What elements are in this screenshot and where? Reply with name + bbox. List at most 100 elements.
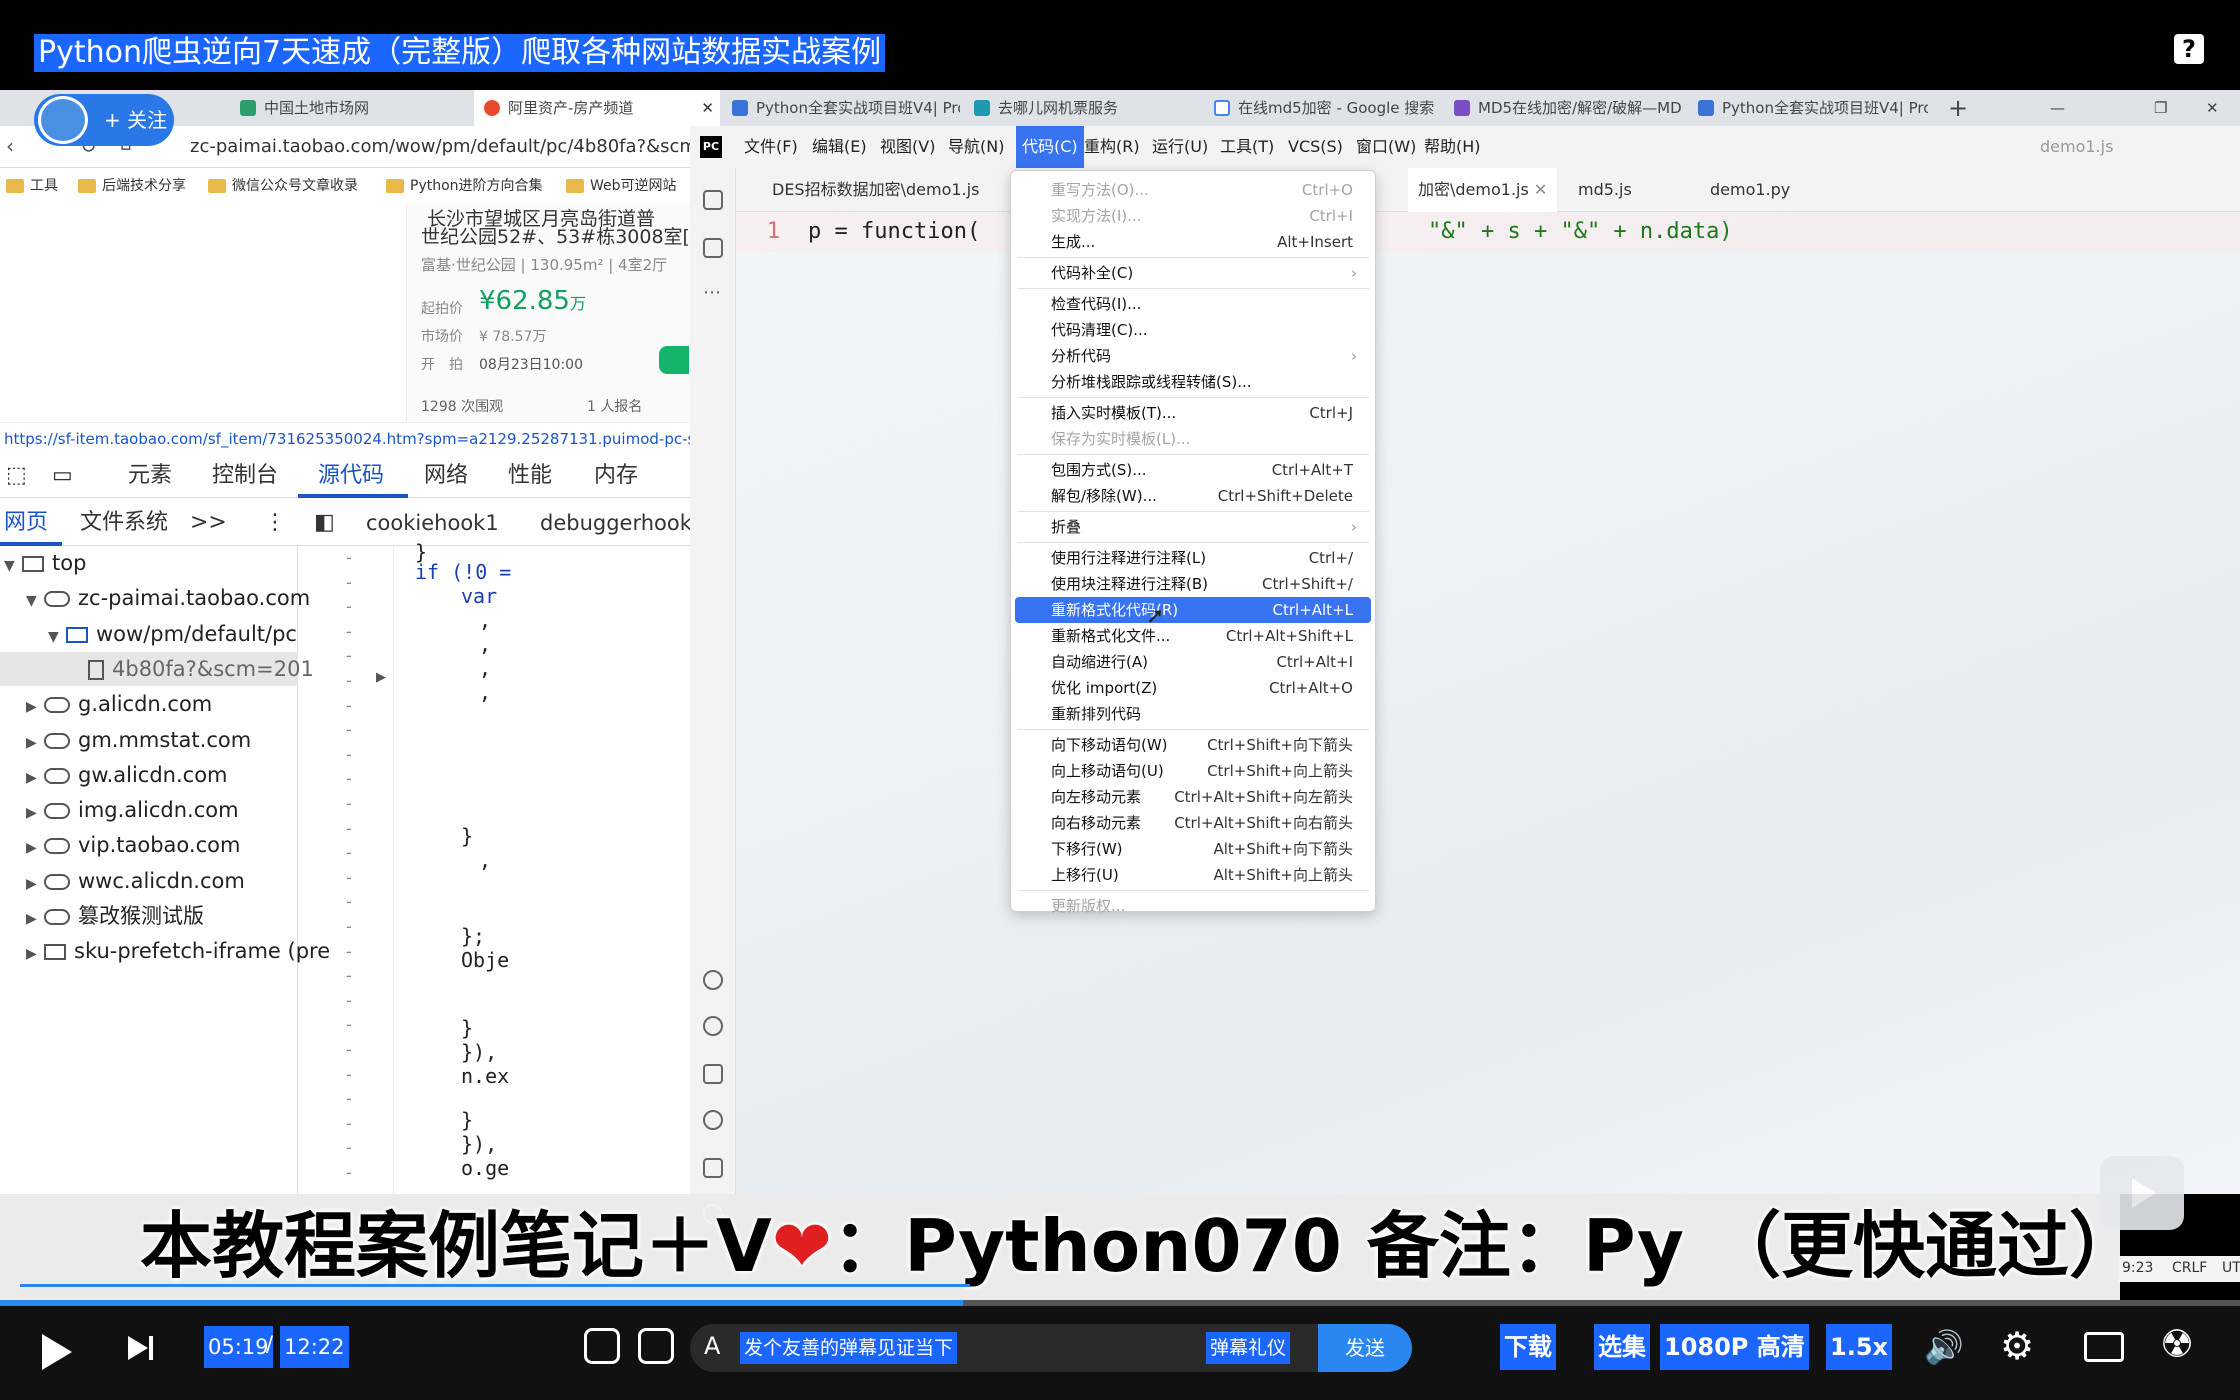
code-menu-item[interactable]: 检查代码(I)...: [1015, 291, 1371, 317]
file-tree-node[interactable]: ▶ vip.taobao.com: [0, 828, 298, 862]
ide-menu-item[interactable]: 重构(R): [1084, 126, 1140, 168]
picture-in-picture-icon[interactable]: [2084, 1332, 2124, 1362]
ide-menu-item[interactable]: 窗口(W): [1356, 126, 1416, 168]
listing-card[interactable]: 长沙市望城区月亮岛街道普 世纪公园52#、53#栋3008室[房 富基·世纪公园…: [406, 204, 709, 422]
editor-tab[interactable]: demo1.py: [1710, 168, 1790, 212]
browser-tab[interactable]: Python全套实战项目班V4| Pro: [722, 90, 960, 126]
close-tab-icon[interactable]: ✕: [1534, 180, 1547, 199]
expand-arrow-icon[interactable]: ▼: [4, 549, 22, 583]
file-tree-node[interactable]: ▶ gw.alicdn.com: [0, 758, 298, 792]
services-icon[interactable]: [703, 1110, 723, 1130]
editor-tab[interactable]: DES招标数据加密\demo1.js: [772, 168, 979, 212]
episodes-button[interactable]: 选集: [1594, 1324, 1650, 1370]
device-toolbar-icon[interactable]: ▭: [52, 462, 73, 490]
ide-menu-item[interactable]: 帮助(H): [1424, 126, 1481, 168]
bookmark-item[interactable]: Web可逆网站: [566, 176, 677, 196]
danmu-toggle-icon[interactable]: [584, 1328, 620, 1364]
restore-icon[interactable]: ❐: [2144, 90, 2184, 126]
file-tree-node[interactable]: ▶ img.alicdn.com: [0, 793, 298, 827]
bookmark-item[interactable]: 微信公众号文章收录: [208, 176, 358, 196]
ide-menu-item[interactable]: 文件(F): [744, 126, 798, 168]
quality-button[interactable]: 1080P 高清: [1660, 1324, 1809, 1370]
bookmark-item[interactable]: Python进阶方向合集: [386, 176, 543, 196]
ide-menu-item[interactable]: 视图(V): [880, 126, 935, 168]
danmu-settings-icon[interactable]: [638, 1328, 674, 1364]
danmu-input[interactable]: 发个友善的弹幕见证当下: [740, 1332, 958, 1364]
expand-arrow-icon[interactable]: ▶: [26, 902, 44, 936]
code-menu-item[interactable]: 折叠 ›: [1015, 514, 1371, 540]
file-tree-node[interactable]: ▶ 篡改猴测试版: [0, 899, 298, 933]
code-menu-item[interactable]: 自动缩进行(A) Ctrl+Alt+I: [1015, 649, 1371, 675]
file-tab[interactable]: cookiehook1: [366, 510, 499, 536]
expand-arrow-icon[interactable]: ▼: [48, 620, 66, 654]
project-icon[interactable]: [703, 190, 723, 210]
bookmark-item[interactable]: 工具: [6, 176, 58, 196]
tab-memory[interactable]: 内存: [594, 462, 638, 490]
more-options-icon[interactable]: ⋮: [264, 510, 286, 536]
file-tree-node[interactable]: ▶ sku-prefetch-iframe (pre: [0, 934, 330, 971]
code-menu-item[interactable]: 解包/移除(W)... Ctrl+Shift+Delete: [1015, 483, 1371, 509]
python-console-icon[interactable]: [703, 1016, 723, 1036]
tab-elements[interactable]: 元素: [128, 462, 172, 490]
ide-menu-item[interactable]: 编辑(E): [812, 126, 867, 168]
code-menu-item[interactable]: 向左移动元素 Ctrl+Alt+Shift+向左箭头: [1015, 784, 1371, 810]
more-tools-icon[interactable]: ⋯: [703, 284, 723, 306]
send-button[interactable]: 发送: [1318, 1324, 1412, 1372]
file-tab[interactable]: debuggerhook: [540, 510, 692, 536]
expand-arrow-icon[interactable]: ▶: [26, 761, 44, 795]
mini-play-icon[interactable]: [2100, 1156, 2184, 1230]
help-icon[interactable]: ?: [2174, 34, 2204, 64]
inspect-icon[interactable]: ⬚: [6, 462, 27, 490]
speed-button[interactable]: 1.5x: [1826, 1324, 1892, 1370]
browser-tab[interactable]: MD5在线加密/解密/破解—MD: [1444, 90, 1684, 126]
file-tree-node[interactable]: ▼ zc-paimai.taobao.com: [0, 581, 310, 618]
ide-menu-item[interactable]: 代码(C): [1016, 126, 1084, 168]
code-menu-item[interactable]: 向上移动语句(U) Ctrl+Shift+向上箭头: [1015, 758, 1371, 784]
code-menu-item[interactable]: 向下移动语句(W) Ctrl+Shift+向下箭头: [1015, 732, 1371, 758]
expand-arrow-icon[interactable]: ▶: [26, 796, 44, 830]
tab-console[interactable]: 控制台: [212, 462, 278, 490]
code-menu-item[interactable]: 向右移动元素 Ctrl+Alt+Shift+向右箭头: [1015, 810, 1371, 836]
expand-arrow-icon[interactable]: ▶: [26, 937, 44, 971]
uploader-avatar[interactable]: [38, 96, 88, 144]
code-menu-item[interactable]: 代码清理(C)...: [1015, 317, 1371, 343]
code-menu-item[interactable]: 重新排列代码: [1015, 701, 1371, 727]
expand-arrow-icon[interactable]: ▶: [26, 831, 44, 865]
file-tree-node[interactable]: ▶ g.alicdn.com: [0, 687, 298, 721]
next-episode-icon[interactable]: [128, 1336, 148, 1360]
run-config-select[interactable]: demo1.js: [2040, 126, 2113, 168]
url-field[interactable]: zc-paimai.taobao.com/wow/pm/default/pc/4…: [190, 126, 746, 168]
file-tree-node[interactable]: 4b80fa?&scm=201: [0, 651, 314, 686]
volume-icon[interactable]: 🔊: [1924, 1328, 1964, 1366]
minimize-icon[interactable]: —: [2040, 90, 2080, 126]
code-menu-item[interactable]: 下移行(W) Alt+Shift+向下箭头: [1015, 836, 1371, 862]
browser-tab-active[interactable]: 阿里资产-房产频道 ✕: [474, 90, 720, 126]
browser-tab[interactable]: 中国土地市场网: [230, 90, 470, 126]
tab-performance[interactable]: 性能: [508, 462, 552, 490]
file-tree-node[interactable]: ▼ wow/pm/default/pc: [0, 617, 298, 651]
danmu-etiquette-link[interactable]: 弹幕礼仪: [1206, 1332, 1291, 1364]
layers-icon[interactable]: [703, 1064, 723, 1084]
editor-tab[interactable]: md5.js: [1578, 168, 1632, 212]
terminal-icon[interactable]: [703, 1158, 723, 1178]
code-menu-item[interactable]: 包围方式(S)... Ctrl+Alt+T: [1015, 457, 1371, 483]
ide-menu-item[interactable]: 工具(T): [1220, 126, 1274, 168]
expand-arrow-icon[interactable]: ▼: [26, 584, 44, 618]
file-tree-node[interactable]: ▼ top: [0, 546, 298, 580]
code-menu-item[interactable]: 使用块注释进行注释(B) Ctrl+Shift+/: [1015, 571, 1371, 597]
new-tab-icon[interactable]: +: [1936, 90, 1976, 126]
subtab-filesystem[interactable]: 文件系统: [80, 510, 168, 536]
bookmark-item[interactable]: 后端技术分享: [78, 176, 186, 196]
close-tab-icon[interactable]: ✕: [701, 90, 714, 126]
ide-menu-item[interactable]: VCS(S): [1288, 126, 1343, 168]
code-menu-item[interactable]: 生成... Alt+Insert: [1015, 229, 1371, 255]
browser-tab[interactable]: 在线md5加密 - Google 搜索: [1204, 90, 1440, 126]
structure-icon[interactable]: [703, 238, 723, 258]
code-menu-item[interactable]: 插入实时模板(T)... Ctrl+J: [1015, 400, 1371, 426]
editor-tab-active[interactable]: 加密\demo1.js ✕: [1408, 168, 1558, 212]
toggle-navigator-icon[interactable]: ◧: [314, 510, 335, 536]
expand-arrow-icon[interactable]: ▶: [26, 867, 44, 901]
bid-button[interactable]: [659, 346, 689, 374]
tab-network[interactable]: 网络: [424, 462, 468, 490]
expand-arrow-icon[interactable]: ▶: [26, 690, 44, 724]
